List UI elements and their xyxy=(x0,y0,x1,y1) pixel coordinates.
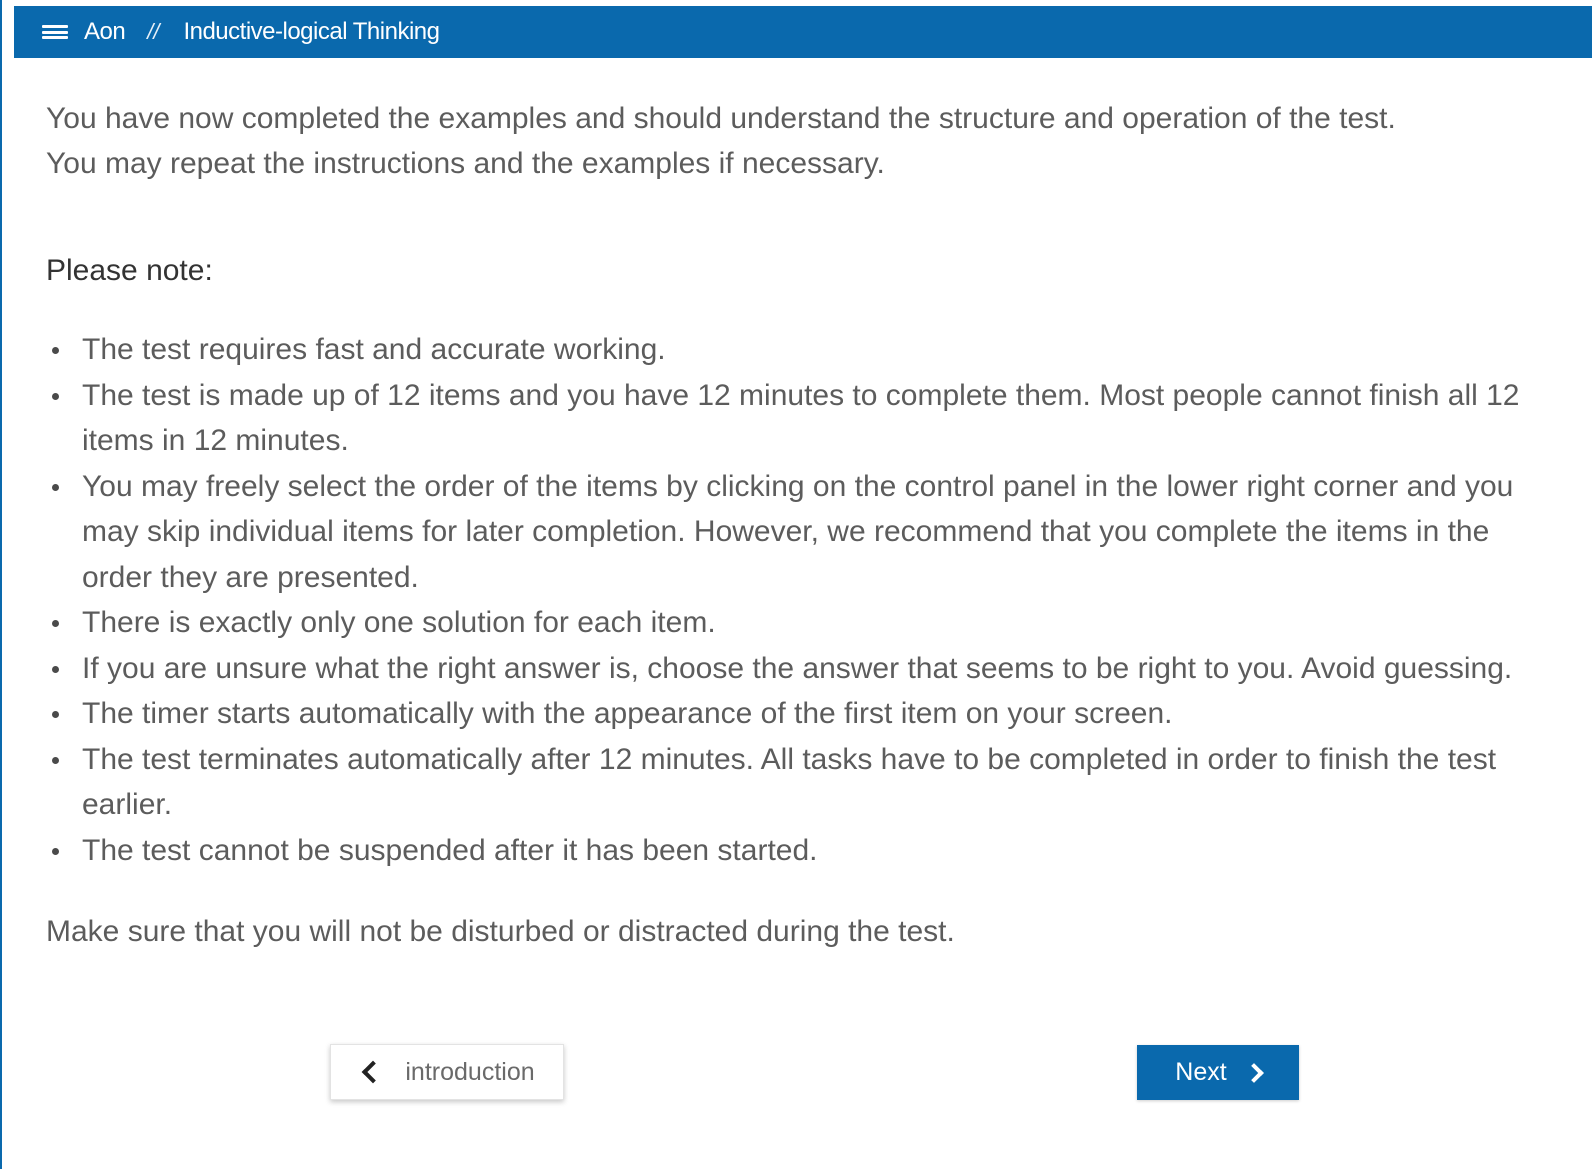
list-item: The test is made up of 12 items and you … xyxy=(52,373,1566,464)
list-item: The timer starts automatically with the … xyxy=(52,691,1566,737)
top-bar: Aon // Inductive-logical Thinking xyxy=(14,6,1592,58)
page-title: Inductive-logical Thinking xyxy=(183,18,440,45)
chevron-left-icon xyxy=(362,1060,385,1084)
list-item: The test terminates automatically after … xyxy=(52,737,1566,828)
menu-line xyxy=(42,36,68,39)
intro-text: You have now completed the examples and … xyxy=(46,96,1566,186)
next-button[interactable]: Next xyxy=(1137,1045,1299,1100)
intro-line: You have now completed the examples and … xyxy=(46,102,1396,135)
list-item: The test cannot be suspended after it ha… xyxy=(52,828,1566,874)
menu-line xyxy=(42,25,68,28)
page-frame: Aon // Inductive-logical Thinking You ha… xyxy=(0,0,1592,1169)
list-item: If you are unsure what the right answer … xyxy=(52,646,1566,692)
menu-line xyxy=(42,30,68,34)
introduction-button[interactable]: introduction xyxy=(330,1044,564,1100)
list-item: You may freely select the order of the i… xyxy=(52,464,1566,601)
chevron-right-icon xyxy=(1243,1062,1264,1083)
intro-line: You may repeat the instructions and the … xyxy=(46,147,885,180)
list-item: The test requires fast and accurate work… xyxy=(52,327,1566,373)
rules-list: The test requires fast and accurate work… xyxy=(46,327,1566,873)
next-button-label: Next xyxy=(1175,1058,1227,1086)
instructions-content: You have now completed the examples and … xyxy=(46,96,1566,954)
breadcrumb-brand[interactable]: Aon xyxy=(84,18,126,46)
outro-text: Make sure that you will not be disturbed… xyxy=(46,915,955,948)
list-item: There is exactly only one solution for e… xyxy=(52,600,1566,646)
note-heading: Please note: xyxy=(46,254,213,287)
hamburger-menu-icon[interactable] xyxy=(42,21,68,43)
breadcrumb-separator: // xyxy=(147,19,160,44)
introduction-button-label: introduction xyxy=(405,1057,535,1086)
